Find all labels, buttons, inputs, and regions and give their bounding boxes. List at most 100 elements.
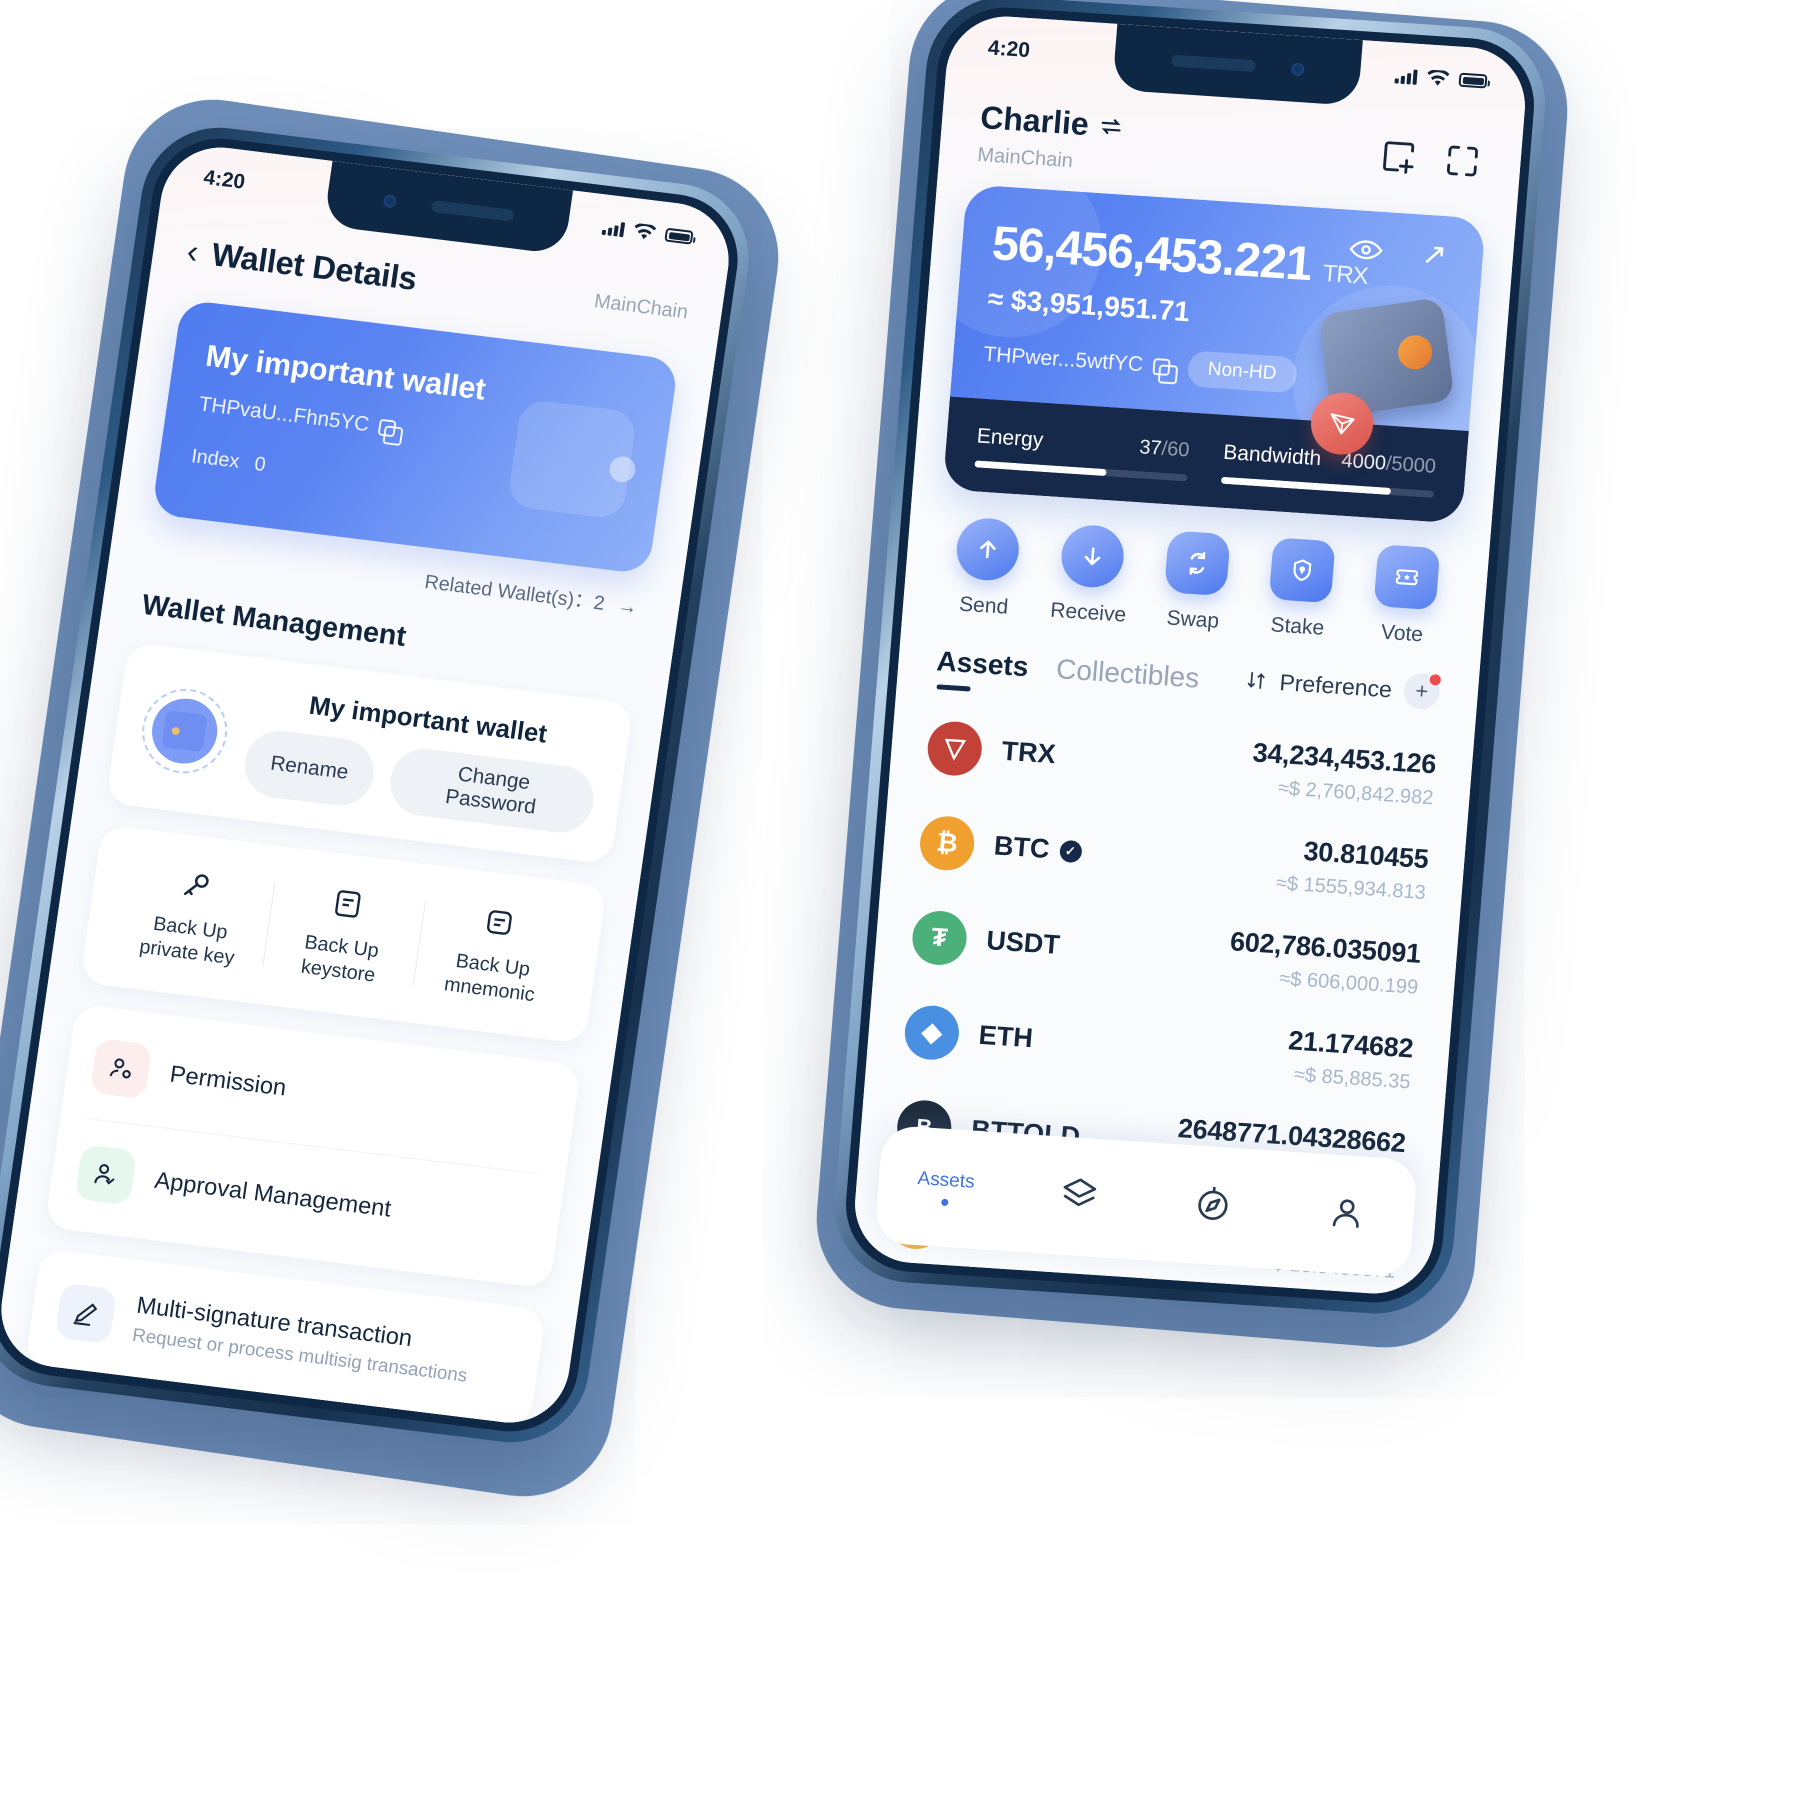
related-wallets-label: Related Wallet(s)：2	[423, 571, 607, 615]
balance-card: ↗ 56,456,453.221 TRX ≈ $3,951,951.71 THP…	[942, 184, 1486, 524]
add-wallet-icon[interactable]	[1377, 136, 1420, 179]
preference-label: Preference	[1278, 668, 1393, 702]
battery-icon	[664, 227, 694, 245]
status-indicators	[1394, 67, 1488, 90]
arrow-down-icon	[1059, 523, 1127, 590]
layers-icon	[1063, 1178, 1097, 1206]
balance-unit: TRX	[1321, 260, 1369, 290]
tether-coin-icon: ₮	[910, 908, 969, 967]
resource-energy[interactable]: Energy 37/60	[974, 424, 1191, 482]
tab-assets-nav[interactable]: Assets	[877, 1166, 1014, 1211]
rename-button[interactable]: Rename	[240, 727, 379, 810]
status-time: 4:20	[987, 36, 1031, 63]
tab-profile-nav[interactable]	[1278, 1188, 1415, 1242]
permission-user-icon	[89, 1037, 153, 1100]
wifi-icon	[1427, 68, 1450, 86]
backup-private-key-button[interactable]: Back Up private key	[109, 853, 276, 979]
energy-label: Energy	[975, 424, 1045, 452]
asset-values: 30.810455 ≈$ 1555,934.813	[1275, 834, 1430, 905]
copy-icon[interactable]	[377, 418, 397, 437]
backup-keystore-button[interactable]: Back Up keystore	[260, 871, 427, 997]
screenshot-stage: 4:20 ‹ Wallet Details MainChain My impor…	[0, 0, 1800, 1800]
eye-icon[interactable]	[1348, 238, 1384, 262]
pencil-icon	[54, 1282, 118, 1344]
tab-discover-nav[interactable]	[1144, 1179, 1281, 1233]
account-block[interactable]: Charlie MainChain	[976, 99, 1126, 176]
back-button[interactable]: ‹	[184, 233, 200, 271]
permission-card: Permission Approval Management	[44, 1003, 582, 1289]
bitcoin-coin-icon: ₿	[918, 814, 977, 872]
bandwidth-progress	[1220, 476, 1434, 498]
page-title: Wallet Details	[209, 235, 420, 297]
arrow-right-icon: →	[616, 594, 639, 619]
asset-usd: ≈$ 85,885.35	[1293, 1063, 1412, 1094]
action-receive[interactable]: Receive	[1035, 522, 1148, 629]
shield-lock-icon	[1268, 537, 1336, 604]
action-stake[interactable]: Stake	[1244, 536, 1357, 643]
wallet-address: THPwer...5wtfYC	[982, 342, 1144, 377]
asset-values: 34,234,453.126 ≈$ 2,760,842.982	[1249, 737, 1438, 810]
energy-value: 37/60	[1138, 436, 1191, 462]
wallet-summary-card[interactable]: My important wallet THPvaU...Fhn5YC Inde…	[151, 299, 679, 575]
tab-layers-nav[interactable]	[1011, 1170, 1148, 1224]
asset-symbol: USDT	[985, 925, 1062, 960]
asset-usd: ≈$ 606,000.199	[1278, 967, 1419, 999]
backup-card: Back Up private key Back Up keystore Bac…	[79, 824, 608, 1045]
add-token-icon[interactable]: +	[1402, 672, 1442, 711]
wallet-avatar-icon[interactable]	[136, 683, 233, 778]
asset-amount: 34,234,453.126	[1251, 737, 1438, 780]
menu-item-multisig[interactable]: Multi-signature transaction Request or p…	[51, 1257, 520, 1418]
asset-symbol: BTC ✓	[993, 830, 1083, 867]
status-time: 4:20	[202, 166, 247, 194]
profile-icon	[1332, 1198, 1359, 1228]
cellular-bars-icon	[601, 219, 626, 238]
keystore-document-icon	[275, 876, 420, 932]
switch-account-icon[interactable]	[1098, 112, 1126, 140]
action-send[interactable]: Send	[930, 515, 1043, 622]
account-name: Charlie	[979, 99, 1091, 143]
account-name-row[interactable]: Charlie	[979, 99, 1126, 145]
action-vote[interactable]: Vote	[1349, 543, 1462, 650]
phone-bezel-right: 4:20 Charlie MainChain ↗ 56,456,453.221 …	[840, 3, 1540, 1307]
menu-label-approval-management: Approval Management	[152, 1167, 393, 1223]
arrow-up-icon	[954, 516, 1022, 583]
backup-row: Back Up private key Back Up keystore Bac…	[109, 853, 578, 1016]
balance-card-top: ↗ 56,456,453.221 TRX ≈ $3,951,951.71 THP…	[942, 184, 1486, 482]
asset-usd: ≈$ 1555,934.813	[1275, 872, 1427, 905]
phone-wallet-home: 4:20 Charlie MainChain ↗ 56,456,453.221 …	[828, 0, 1552, 1319]
wallet-index-value: 0	[252, 453, 267, 476]
asset-amount: 21.174682	[1287, 1025, 1415, 1064]
verified-badge-icon: ✓	[1058, 839, 1083, 863]
wallet-management-details: My important wallet Rename Change Passwo…	[240, 683, 604, 837]
sort-arrows-icon	[1248, 671, 1266, 689]
asset-usd: ≈$ 2,760,842.982	[1277, 777, 1435, 810]
change-password-button[interactable]: Change Password	[386, 745, 599, 837]
copy-icon[interactable]	[1152, 357, 1171, 376]
asset-values: 21.174682 ≈$ 85,885.35	[1285, 1025, 1415, 1094]
menu-label-permission: Permission	[168, 1060, 289, 1102]
wallet-card-decoration	[506, 398, 638, 520]
battery-icon	[1458, 72, 1488, 89]
approval-user-check-icon	[74, 1144, 138, 1206]
chain-label: MainChain	[976, 143, 1074, 173]
backup-mnemonic-button[interactable]: Back Up mnemonic	[411, 890, 578, 1016]
wallet-home-body: Charlie MainChain ↗ 56,456,453.221 TRX ≈…	[850, 12, 1530, 1298]
wallet-address: THPvaU...Fhn5YC	[197, 392, 371, 437]
asset-values: 602,786.035091 ≈$ 606,000.199	[1226, 926, 1422, 999]
tab-assets-label: Assets	[916, 1168, 976, 1193]
wallet-management-row: My important wallet Rename Change Passwo…	[135, 670, 605, 837]
ethereum-coin-icon: ◆	[902, 1003, 962, 1061]
chain-label: MainChain	[592, 289, 690, 323]
scan-qr-icon[interactable]	[1441, 140, 1484, 183]
tab-assets[interactable]: Assets	[935, 645, 1029, 683]
mnemonic-document-icon	[427, 894, 572, 950]
wallet-address-row[interactable]: THPwer...5wtfYC	[982, 342, 1171, 379]
assets-dot-icon	[940, 1198, 949, 1207]
cellular-bars-icon	[1394, 67, 1418, 85]
wallet-management-card: My important wallet Rename Change Passwo…	[105, 641, 634, 865]
asset-symbol: ETH	[977, 1019, 1034, 1054]
action-swap[interactable]: Swap	[1140, 529, 1253, 636]
asset-amount: 30.810455	[1302, 835, 1430, 875]
asset-symbol: TRX	[1000, 735, 1057, 770]
arrow-up-right-icon[interactable]: ↗	[1420, 237, 1448, 274]
